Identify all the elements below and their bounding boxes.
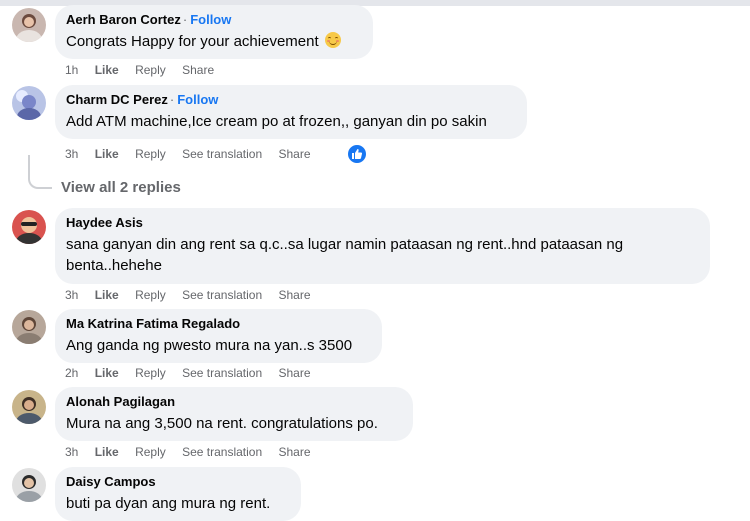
comment-text-line: benta..hehehe (66, 257, 162, 274)
comment-actions: 3h Like Reply See translation Share (65, 287, 324, 303)
follow-button[interactable]: Follow (177, 92, 218, 107)
like-button[interactable]: Like (95, 445, 119, 459)
see-translation-button[interactable]: See translation (182, 147, 262, 161)
share-button[interactable]: Share (279, 445, 311, 459)
reply-button[interactable]: Reply (135, 288, 166, 302)
reply-thread-line (28, 155, 52, 189)
comment-text: Ang ganda ng pwesto mura na yan..s 3500 (66, 337, 353, 354)
comment-bubble: Haydee Asis sana ganyan din ang rent sa … (55, 208, 710, 284)
like-button[interactable]: Like (95, 288, 119, 302)
avatar[interactable] (12, 310, 46, 344)
comment-actions: 3h Like Reply See translation Share (65, 146, 324, 162)
comment-text-line: sana ganyan din ang rent sa q.c..sa luga… (66, 236, 624, 253)
smiling-face-emoji-icon (324, 32, 341, 48)
comment-text-content: Congrats Happy for your achievement (66, 33, 319, 50)
timestamp[interactable]: 3h (65, 445, 78, 459)
reply-button[interactable]: Reply (135, 366, 166, 380)
like-button[interactable]: Like (95, 63, 119, 77)
author-name[interactable]: Ma Katrina Fatima Regalado (66, 316, 240, 331)
comment-bubble: Daisy Campos buti pa dyan ang mura ng re… (55, 467, 301, 521)
comment-text: Mura na ang 3,500 na rent. congratulatio… (66, 415, 378, 432)
author-name[interactable]: Charm DC Perez (66, 92, 168, 107)
comment-bubble: Charm DC Perez · Follow Add ATM machine,Ic… (55, 85, 527, 139)
author-name[interactable]: Aerh Baron Cortez (66, 12, 181, 27)
timestamp[interactable]: 3h (65, 147, 78, 161)
author-name[interactable]: Alonah Pagilagan (66, 394, 175, 409)
separator-dot: · (169, 92, 175, 107)
comment-bubble: Aerh Baron Cortez · Follow Congrats Happy … (55, 5, 373, 59)
like-button[interactable]: Like (95, 366, 119, 380)
comment-actions: 2h Like Reply See translation Share (65, 365, 324, 381)
follow-button[interactable]: Follow (190, 12, 231, 27)
comment-actions: 3h Like Reply See translation Share (65, 444, 324, 460)
comment-text: Add ATM machine,Ice cream po at frozen,,… (66, 113, 487, 130)
share-button[interactable]: Share (279, 147, 311, 161)
reply-button[interactable]: Reply (135, 147, 166, 161)
timestamp[interactable]: 3h (65, 288, 78, 302)
see-translation-button[interactable]: See translation (182, 288, 262, 302)
see-translation-button[interactable]: See translation (182, 445, 262, 459)
like-reaction-icon[interactable] (346, 143, 368, 165)
view-replies-link[interactable]: View all 2 replies (61, 179, 181, 197)
reply-button[interactable]: Reply (135, 445, 166, 459)
separator-dot: · (182, 12, 188, 27)
share-button[interactable]: Share (182, 63, 214, 77)
timestamp[interactable]: 1h (65, 63, 78, 77)
avatar[interactable] (12, 390, 46, 424)
timestamp[interactable]: 2h (65, 366, 78, 380)
share-button[interactable]: Share (279, 366, 311, 380)
avatar[interactable] (12, 86, 46, 120)
share-button[interactable]: Share (279, 288, 311, 302)
comment-text: buti pa dyan ang mura ng rent. (66, 495, 271, 512)
avatar[interactable] (12, 468, 46, 502)
reply-button[interactable]: Reply (135, 63, 166, 77)
comment-bubble: Ma Katrina Fatima Regalado Ang ganda ng … (55, 309, 382, 363)
comment-bubble: Alonah Pagilagan Mura na ang 3,500 na re… (55, 387, 413, 441)
avatar[interactable] (12, 210, 46, 244)
see-translation-button[interactable]: See translation (182, 366, 262, 380)
comment-actions: 1h Like Reply Share (65, 62, 227, 78)
comment-text: sana ganyan din ang rent sa q.c..sa luga… (66, 234, 698, 276)
author-name[interactable]: Haydee Asis (66, 215, 143, 230)
avatar[interactable] (12, 8, 46, 42)
comment-text: Congrats Happy for your achievement (66, 31, 361, 52)
like-button[interactable]: Like (95, 147, 119, 161)
author-name[interactable]: Daisy Campos (66, 474, 156, 489)
